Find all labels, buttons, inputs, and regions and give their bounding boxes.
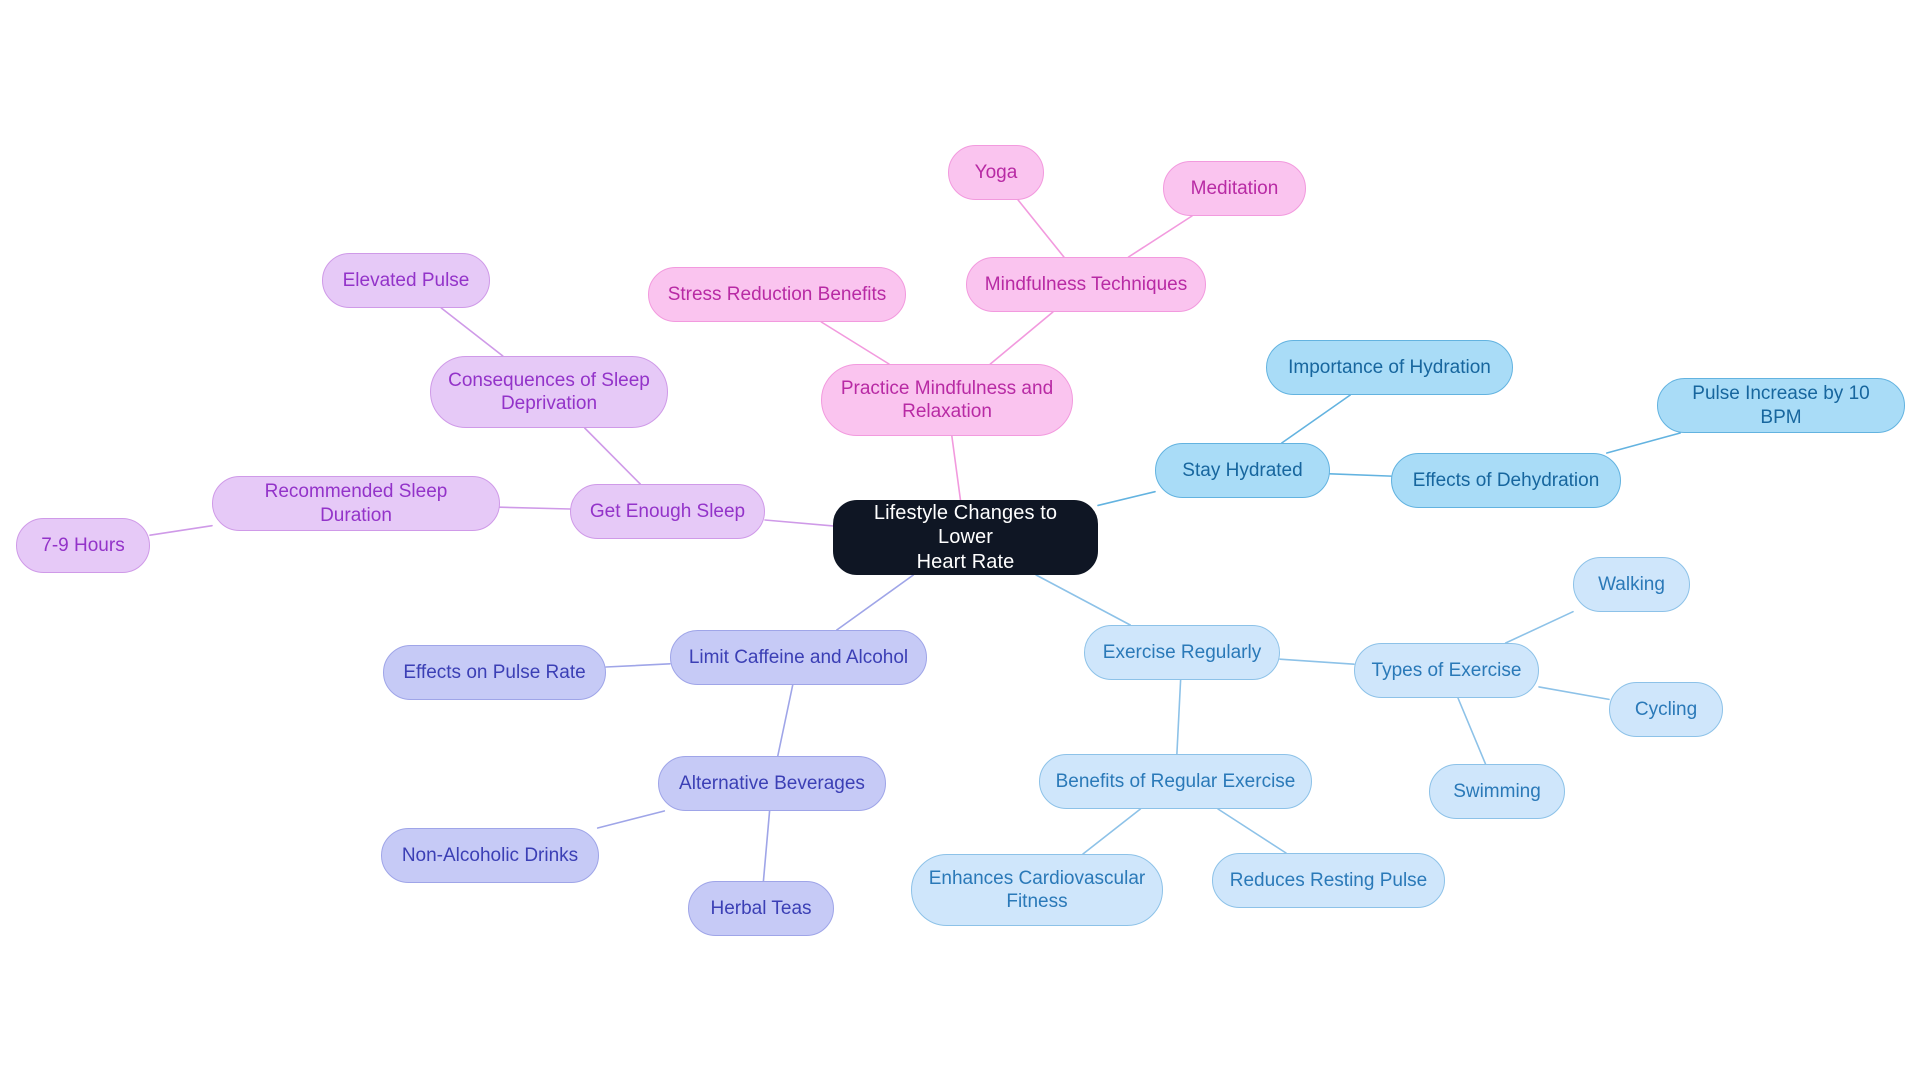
- mindmap-node-walking[interactable]: Walking: [1573, 557, 1690, 612]
- mindmap-node-get-enough-sleep[interactable]: Get Enough Sleep: [570, 484, 765, 539]
- mindmap-node-seven-nine-hours[interactable]: 7-9 Hours: [16, 518, 150, 573]
- mindmap-edge: [499, 506, 571, 510]
- mindmap-edge: [583, 427, 642, 485]
- node-label: Herbal Teas: [710, 897, 812, 919]
- node-label: Swimming: [1453, 780, 1541, 802]
- node-label: Cycling: [1634, 698, 1698, 720]
- mindmap-edge: [149, 524, 213, 536]
- node-label: Lifestyle Changes to Lower Heart Rate: [873, 501, 1058, 573]
- mindmap-edge: [1280, 394, 1352, 444]
- node-label: Walking: [1598, 573, 1665, 595]
- mindmap-node-effects-on-pulse-rate[interactable]: Effects on Pulse Rate: [383, 645, 606, 700]
- mindmap-edge: [1504, 610, 1574, 644]
- node-label: Mindfulness Techniques: [984, 273, 1188, 295]
- mindmap-edge: [440, 307, 504, 357]
- mindmap-edge: [1127, 215, 1193, 258]
- mindmap-edge: [596, 810, 666, 829]
- mindmap-edge: [989, 311, 1054, 365]
- mindmap-edge: [1538, 686, 1610, 701]
- mindmap-node-recommended-sleep-duration[interactable]: Recommended Sleep Duration: [212, 476, 500, 531]
- node-label: Types of Exercise: [1371, 659, 1522, 681]
- mindmap-edge: [605, 663, 671, 668]
- mindmap-node-alternative-beverages[interactable]: Alternative Beverages: [658, 756, 886, 811]
- mindmap-node-exercise-regularly[interactable]: Exercise Regularly: [1084, 625, 1280, 680]
- node-label: Recommended Sleep Duration: [264, 481, 448, 526]
- mindmap-node-effects-of-dehydration[interactable]: Effects of Dehydration: [1391, 453, 1621, 508]
- mindmap-edge: [1017, 199, 1065, 258]
- node-label: Effects of Dehydration: [1412, 469, 1600, 491]
- mindmap-edge: [835, 574, 915, 631]
- mindmap-canvas: Lifestyle Changes to Lower Heart Rate Sta…: [0, 0, 1920, 1083]
- mindmap-node-benefits-of-regular-exercise[interactable]: Benefits of Regular Exercise: [1039, 754, 1312, 809]
- mindmap-edge: [1279, 658, 1355, 666]
- mindmap-node-practice-mindfulness-relaxation[interactable]: Practice Mindfulness and Relaxation: [821, 364, 1073, 436]
- node-label: Limit Caffeine and Alcohol: [688, 646, 909, 668]
- mindmap-edge: [1329, 473, 1392, 477]
- mindmap-node-swimming[interactable]: Swimming: [1429, 764, 1565, 819]
- mindmap-edge: [1082, 808, 1142, 855]
- node-label: Pulse Increase by 10 BPM: [1692, 383, 1870, 428]
- node-label: Yoga: [974, 161, 1018, 183]
- mindmap-node-mindfulness-techniques[interactable]: Mindfulness Techniques: [966, 257, 1206, 312]
- mindmap-node-stress-reduction-benefits[interactable]: Stress Reduction Benefits: [648, 267, 906, 322]
- mindmap-edge: [951, 435, 962, 501]
- mindmap-edge: [1217, 808, 1287, 854]
- mindmap-node-meditation[interactable]: Meditation: [1163, 161, 1306, 216]
- mindmap-node-consequences-of-sleep-deprivation[interactable]: Consequences of Sleep Deprivation: [430, 356, 668, 428]
- node-label: Elevated Pulse: [342, 269, 470, 291]
- mindmap-edge: [764, 519, 834, 527]
- mindmap-node-enhances-cardiovascular-fitness[interactable]: Enhances Cardiovascular Fitness: [911, 854, 1163, 926]
- mindmap-edge: [1457, 697, 1487, 765]
- node-label: Get Enough Sleep: [589, 500, 746, 522]
- mindmap-edge: [820, 321, 890, 365]
- node-label: Meditation: [1190, 177, 1279, 199]
- mindmap-node-non-alcoholic-drinks[interactable]: Non-Alcoholic Drinks: [381, 828, 599, 883]
- mindmap-node-importance-of-hydration[interactable]: Importance of Hydration: [1266, 340, 1513, 395]
- mindmap-node-pulse-increase-10bpm[interactable]: Pulse Increase by 10 BPM: [1657, 378, 1905, 433]
- node-label: Importance of Hydration: [1288, 356, 1491, 378]
- node-label: Benefits of Regular Exercise: [1055, 770, 1296, 792]
- node-label: Stay Hydrated: [1182, 459, 1303, 481]
- node-label: Non-Alcoholic Drinks: [401, 844, 579, 866]
- mindmap-edge: [1606, 432, 1681, 454]
- mindmap-node-cycling[interactable]: Cycling: [1609, 682, 1723, 737]
- node-label: 7-9 Hours: [41, 534, 125, 556]
- mindmap-root-node[interactable]: Lifestyle Changes to Lower Heart Rate: [833, 500, 1098, 575]
- mindmap-node-yoga[interactable]: Yoga: [948, 145, 1044, 200]
- mindmap-node-types-of-exercise[interactable]: Types of Exercise: [1354, 643, 1539, 698]
- mindmap-edge: [1097, 490, 1156, 507]
- mindmap-node-elevated-pulse[interactable]: Elevated Pulse: [322, 253, 490, 308]
- node-label: Exercise Regularly: [1102, 641, 1262, 663]
- node-label: Effects on Pulse Rate: [403, 661, 586, 683]
- node-label: Practice Mindfulness and Relaxation: [840, 377, 1054, 422]
- mindmap-edge: [776, 684, 794, 757]
- node-label: Enhances Cardiovascular Fitness: [928, 867, 1146, 912]
- mindmap-edge: [1035, 574, 1132, 626]
- mindmap-edge: [762, 810, 771, 882]
- mindmap-node-stay-hydrated[interactable]: Stay Hydrated: [1155, 443, 1330, 498]
- mindmap-node-herbal-teas[interactable]: Herbal Teas: [688, 881, 834, 936]
- node-label: Reduces Resting Pulse: [1229, 869, 1428, 891]
- node-label: Alternative Beverages: [679, 772, 865, 794]
- mindmap-edge: [1176, 679, 1182, 755]
- mindmap-node-limit-caffeine-alcohol[interactable]: Limit Caffeine and Alcohol: [670, 630, 927, 685]
- mindmap-node-reduces-resting-pulse[interactable]: Reduces Resting Pulse: [1212, 853, 1445, 908]
- node-label: Stress Reduction Benefits: [667, 283, 887, 305]
- node-label: Consequences of Sleep Deprivation: [448, 369, 650, 414]
